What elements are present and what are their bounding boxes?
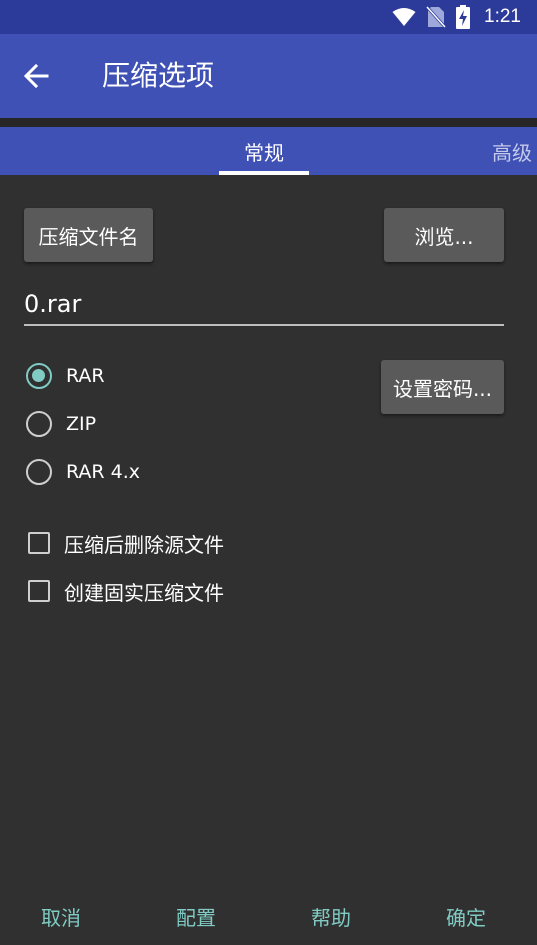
checkbox-icon [28, 532, 50, 554]
tab-bar: 常规 高级 [0, 127, 537, 175]
back-button[interactable] [14, 56, 58, 96]
archive-filename-input[interactable] [24, 284, 504, 326]
tab-general[interactable]: 常规 [219, 127, 309, 175]
help-button[interactable]: 帮助 [286, 898, 376, 938]
archive-name-button[interactable]: 压缩文件名 [24, 208, 153, 262]
delete-source-checkbox[interactable]: 压缩后删除源文件 [28, 526, 224, 560]
ok-button[interactable]: 确定 [421, 898, 511, 938]
battery-charging-icon [456, 5, 471, 29]
radio-unchecked-icon [26, 459, 52, 485]
radio-checked-icon [26, 363, 52, 389]
tab-advanced-label: 高级 [492, 141, 532, 165]
format-option-rar4[interactable]: RAR 4.x [26, 455, 140, 489]
app-bar: 压缩选项 [0, 34, 537, 118]
tab-indicator [219, 171, 309, 175]
status-icons: 1:21 [392, 4, 521, 30]
tab-advanced[interactable]: 高级 [492, 127, 532, 175]
solid-archive-checkbox[interactable]: 创建固实压缩文件 [28, 574, 224, 608]
format-option-rar[interactable]: RAR [26, 359, 105, 393]
arrow-back-icon [23, 63, 49, 89]
status-time: 1:21 [484, 6, 521, 27]
format-label: RAR 4.x [66, 461, 141, 483]
tab-general-label: 常规 [244, 141, 284, 165]
set-password-button[interactable]: 设置密码... [381, 360, 504, 414]
wifi-icon [392, 8, 416, 26]
divider [0, 118, 537, 127]
checkbox-icon [28, 580, 50, 602]
format-option-zip[interactable]: ZIP [26, 407, 96, 441]
no-sim-icon [426, 6, 447, 28]
radio-unchecked-icon [26, 411, 52, 437]
browse-button[interactable]: 浏览... [384, 208, 504, 262]
option-label: 压缩后删除源文件 [64, 532, 224, 557]
format-label: ZIP [66, 413, 97, 435]
format-label: RAR [66, 365, 105, 387]
page-title: 压缩选项 [102, 59, 215, 92]
config-button[interactable]: 配置 [151, 898, 241, 938]
cancel-button[interactable]: 取消 [16, 898, 106, 938]
status-bar: 1:21 [0, 0, 537, 34]
option-label: 创建固实压缩文件 [64, 580, 224, 605]
